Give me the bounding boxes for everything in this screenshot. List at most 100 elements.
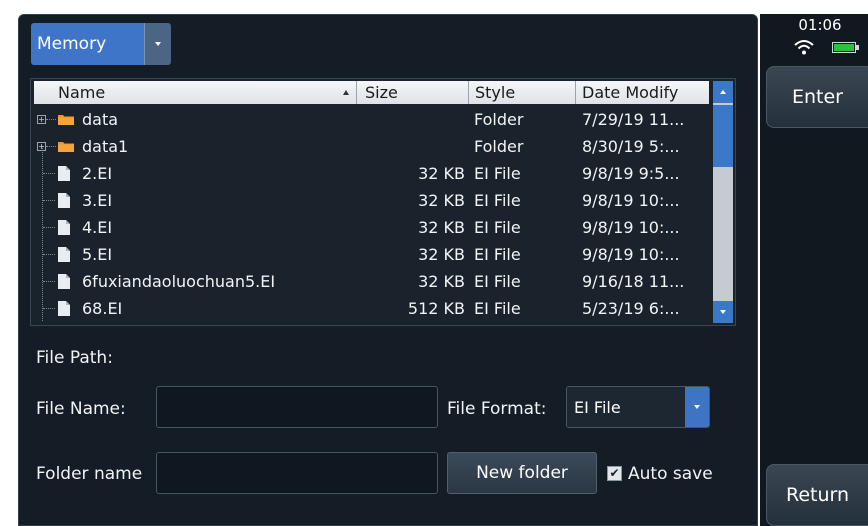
file-size: 32 KB: [418, 164, 465, 183]
file-format-label: File Format:: [447, 399, 547, 419]
column-header-style[interactable]: Style: [469, 81, 576, 104]
row-name-cell: + data1: [34, 133, 354, 160]
wifi-icon: [794, 40, 814, 55]
clock: 01:06: [798, 16, 842, 34]
enter-button[interactable]: Enter: [766, 66, 868, 128]
row-name-cell: + data: [34, 106, 354, 133]
file-style: EI File: [474, 218, 521, 237]
file-name: 4.EI: [82, 218, 113, 237]
file-date: 8/30/19 5:...: [582, 137, 680, 156]
new-folder-button-label: New folder: [476, 463, 568, 483]
folder-name-input[interactable]: [156, 452, 438, 494]
file-icon: [58, 247, 70, 262]
file-size: 512 KB: [407, 299, 465, 318]
file-size: [357, 133, 465, 160]
file-icon: [58, 220, 70, 235]
file-format-value: EI File: [567, 387, 685, 427]
new-folder-button[interactable]: New folder: [447, 452, 597, 494]
file-format-dropdown[interactable]: EI File: [566, 386, 710, 428]
tree-branch-line: [46, 146, 56, 147]
row-name-cell: 5.EI: [34, 241, 354, 268]
table-row[interactable]: 2.EI 32 KB EI File 9/8/19 9:5...: [34, 160, 709, 187]
scroll-down-icon[interactable]: [713, 301, 733, 323]
location-dropdown-value: Memory: [31, 23, 144, 65]
tree-branch-line: [43, 308, 55, 309]
file-date: 7/29/19 11...: [582, 110, 685, 129]
file-date: 9/8/19 10:...: [582, 218, 680, 237]
auto-save-label: Auto save: [628, 464, 713, 484]
file-date: 5/23/19 6:...: [582, 299, 680, 318]
file-date: 9/8/19 9:5...: [582, 164, 680, 183]
chevron-down-icon[interactable]: [144, 23, 171, 65]
file-style: EI File: [474, 191, 521, 210]
column-header-size[interactable]: Size: [357, 81, 469, 104]
table-row[interactable]: 3.EI 32 KB EI File 9/8/19 10:...: [34, 187, 709, 214]
return-button[interactable]: Return: [766, 464, 868, 526]
file-style: Folder: [474, 137, 524, 156]
folder-icon: [58, 115, 74, 125]
file-table: Name Size Style Date Modify + data Folde…: [30, 78, 736, 326]
screen: 01:06 Enter Return Memory Name Size Styl…: [0, 0, 868, 526]
file-style: EI File: [474, 164, 521, 183]
tree-branch-line: [46, 119, 56, 120]
file-size: 32 KB: [418, 218, 465, 237]
file-size: 32 KB: [418, 245, 465, 264]
expand-icon[interactable]: +: [37, 115, 46, 124]
row-name-cell: 3.EI: [34, 187, 354, 214]
column-header-date[interactable]: Date Modify: [576, 81, 709, 104]
file-icon: [58, 301, 70, 316]
file-path-label: File Path:: [36, 348, 113, 368]
table-row[interactable]: 4.EI 32 KB EI File 9/8/19 10:...: [34, 214, 709, 241]
column-header-name[interactable]: Name: [34, 81, 357, 104]
folder-name-label: Folder name: [36, 464, 143, 484]
table-row[interactable]: 68.EI 512 KB EI File 5/23/19 6:...: [34, 295, 709, 322]
expand-icon[interactable]: +: [37, 142, 46, 151]
tree-branch-line: [43, 281, 55, 282]
sort-ascending-icon: [343, 90, 349, 95]
column-header-date-label: Date Modify: [582, 83, 679, 102]
enter-button-label: Enter: [792, 86, 843, 108]
vertical-scrollbar[interactable]: [713, 81, 733, 323]
battery-icon: [832, 42, 859, 53]
chevron-down-icon[interactable]: [685, 387, 709, 427]
location-dropdown[interactable]: Memory: [31, 23, 171, 65]
column-header-style-label: Style: [475, 83, 516, 102]
file-date: 9/8/19 10:...: [582, 191, 680, 210]
file-icon: [58, 274, 70, 289]
file-name-label: File Name:: [36, 399, 126, 419]
file-style: EI File: [474, 272, 521, 291]
file-date: 9/16/18 11...: [582, 272, 685, 291]
row-name-cell: 4.EI: [34, 214, 354, 241]
auto-save-checkbox[interactable]: ✔: [607, 466, 622, 481]
tree-branch-line: [43, 227, 55, 228]
row-name-cell: 2.EI: [34, 160, 354, 187]
file-name: 5.EI: [82, 245, 113, 264]
file-style: EI File: [474, 245, 521, 264]
tree-branch-line: [43, 200, 55, 201]
file-style: EI File: [474, 299, 521, 318]
folder-icon: [58, 142, 74, 152]
table-row[interactable]: + data Folder 7/29/19 11...: [34, 106, 709, 133]
row-name-cell: 68.EI: [34, 295, 354, 322]
file-size: 32 KB: [418, 191, 465, 210]
tree-branch-line: [43, 173, 55, 174]
file-size: 32 KB: [418, 272, 465, 291]
file-name-input[interactable]: [156, 386, 438, 428]
file-name: 6fuxiandaoluochuan5.EI: [82, 272, 276, 291]
table-row[interactable]: 5.EI 32 KB EI File 9/8/19 10:...: [34, 241, 709, 268]
file-name: 3.EI: [82, 191, 113, 210]
file-style: Folder: [474, 110, 524, 129]
file-name: data1: [82, 137, 129, 156]
row-name-cell: 6fuxiandaoluochuan5.EI: [34, 268, 354, 295]
table-row[interactable]: 6fuxiandaoluochuan5.EI 32 KB EI File 9/1…: [34, 268, 709, 295]
scrollbar-thumb[interactable]: [713, 105, 733, 167]
file-name: 68.EI: [82, 299, 123, 318]
file-name: data: [82, 110, 119, 129]
file-name: 2.EI: [82, 164, 113, 183]
scroll-up-icon[interactable]: [713, 81, 733, 103]
column-header-size-label: Size: [365, 83, 398, 102]
table-row[interactable]: + data1 Folder 8/30/19 5:...: [34, 133, 709, 160]
table-header: Name Size Style Date Modify: [34, 81, 709, 104]
file-size: [357, 106, 465, 133]
column-header-name-label: Name: [58, 83, 106, 102]
